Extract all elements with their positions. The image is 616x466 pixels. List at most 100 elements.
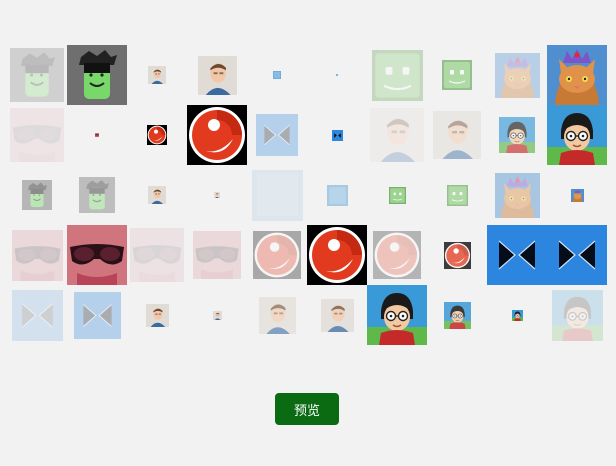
thumbnail-cell[interactable] (67, 225, 127, 285)
thumbnail-cell[interactable] (307, 165, 367, 225)
sunglasses-photo-icon (130, 228, 184, 282)
thumbnail-cell[interactable] (307, 285, 367, 345)
sunglasses-photo-icon (193, 231, 241, 279)
thumbnail-cell[interactable] (247, 105, 307, 165)
cartoon-avatar-icon (551, 289, 603, 341)
thumbnail-cell[interactable] (547, 45, 607, 105)
thumbnail-cell[interactable] (67, 105, 127, 165)
thumbnail-cell[interactable] (367, 105, 427, 165)
man-portrait-icon (212, 310, 222, 320)
bowtie-logo-icon (331, 129, 343, 141)
thumbnail-cell[interactable] (547, 165, 607, 225)
sunglasses-photo-icon (11, 229, 63, 281)
thumbnail-cell[interactable] (247, 285, 307, 345)
cartoon-avatar-icon (443, 301, 471, 329)
image-grid (0, 0, 616, 380)
bowtie-logo-icon (256, 114, 298, 156)
thumbnail-cell[interactable] (307, 225, 367, 285)
red-logo-icon (147, 125, 167, 145)
blue-square-icon (273, 71, 281, 79)
thumbnail-cell[interactable] (127, 285, 187, 345)
thumbnail-cell[interactable] (67, 45, 127, 105)
green-smiley-avatar-icon (388, 186, 406, 204)
man-portrait-icon (197, 55, 237, 95)
thumbnail-cell[interactable] (427, 45, 487, 105)
thumbnail-cell[interactable] (547, 105, 607, 165)
sunglasses-photo-icon (67, 225, 127, 285)
thumbnail-cell[interactable] (187, 45, 247, 105)
green-smiley-avatar-icon (442, 60, 472, 90)
cartoon-avatar-icon (547, 105, 607, 165)
thumbnail-cell[interactable] (307, 45, 367, 105)
thumbnail-cell[interactable] (427, 165, 487, 225)
thumbnail-cell[interactable] (247, 165, 307, 225)
thumbnail-cell[interactable] (187, 105, 247, 165)
thumbnail-cell[interactable] (487, 45, 547, 105)
thumbnail-cell[interactable] (367, 285, 427, 345)
red-logo-icon (443, 241, 471, 269)
bowtie-logo-icon (73, 291, 121, 339)
cat-crown-icon (570, 188, 584, 202)
cat-crown-icon (494, 52, 540, 98)
thumbnail-cell[interactable] (127, 225, 187, 285)
bowtie-logo-icon (547, 225, 607, 285)
thumbnail-cell[interactable] (487, 105, 547, 165)
thumbnail-cell[interactable] (7, 225, 67, 285)
bowtie-logo-icon (11, 289, 63, 341)
man-portrait-icon (148, 186, 166, 204)
thumbnail-cell[interactable] (487, 225, 547, 285)
cartoon-avatar-icon (499, 117, 535, 153)
red-logo-icon (307, 225, 367, 285)
thumbnail-cell[interactable] (427, 285, 487, 345)
thumbnail-cell[interactable] (187, 285, 247, 345)
thumbnail-cell[interactable] (7, 285, 67, 345)
green-smiley-avatar-icon (371, 49, 423, 101)
blue-square-icon (326, 184, 348, 206)
cat-crown-icon (494, 172, 540, 218)
android-avatar-icon (79, 177, 115, 213)
man-portrait-icon (258, 296, 296, 334)
thumbnail-cell[interactable] (7, 165, 67, 225)
man-portrait-icon (214, 192, 220, 198)
android-avatar-icon (10, 48, 64, 102)
red-logo-icon (373, 231, 421, 279)
thumbnail-cell[interactable] (487, 165, 547, 225)
cat-crown-icon (547, 45, 607, 105)
thumbnail-cell[interactable] (547, 225, 607, 285)
preview-button[interactable]: 预览 (275, 393, 339, 425)
thumbnail-cell[interactable] (247, 225, 307, 285)
bowtie-logo-icon (487, 225, 547, 285)
thumbnail-cell[interactable] (427, 225, 487, 285)
thumbnail-cell[interactable] (367, 45, 427, 105)
sunglasses-photo-icon (10, 108, 64, 162)
thumbnail-cell[interactable] (67, 165, 127, 225)
cartoon-avatar-icon (367, 285, 427, 345)
thumbnail-cell[interactable] (7, 45, 67, 105)
red-logo-icon (187, 105, 247, 165)
thumbnail-cell[interactable] (247, 45, 307, 105)
thumbnail-cell[interactable] (427, 105, 487, 165)
thumbnail-cell[interactable] (367, 225, 427, 285)
android-avatar-icon (22, 180, 52, 210)
cartoon-avatar-icon (511, 309, 523, 321)
red-logo-icon (253, 231, 301, 279)
thumbnail-cell[interactable] (547, 285, 607, 345)
thumbnail-cell[interactable] (367, 165, 427, 225)
thumbnail-cell[interactable] (307, 105, 367, 165)
thumbnail-cell[interactable] (487, 285, 547, 345)
thumbnail-cell[interactable] (127, 105, 187, 165)
green-smiley-avatar-icon (446, 184, 468, 206)
thumbnail-cell[interactable] (187, 165, 247, 225)
man-portrait-icon (433, 111, 481, 159)
blue-square-icon (251, 169, 303, 221)
man-portrait-icon (148, 66, 166, 84)
thumbnail-cell[interactable] (187, 225, 247, 285)
thumbnail-cell[interactable] (127, 45, 187, 105)
thumbnail-cell[interactable] (7, 105, 67, 165)
thumbnail-cell[interactable] (67, 285, 127, 345)
man-portrait-icon (145, 303, 169, 327)
man-portrait-icon (370, 108, 424, 162)
android-avatar-icon (67, 45, 127, 105)
man-portrait-icon (320, 298, 354, 332)
thumbnail-cell[interactable] (127, 165, 187, 225)
